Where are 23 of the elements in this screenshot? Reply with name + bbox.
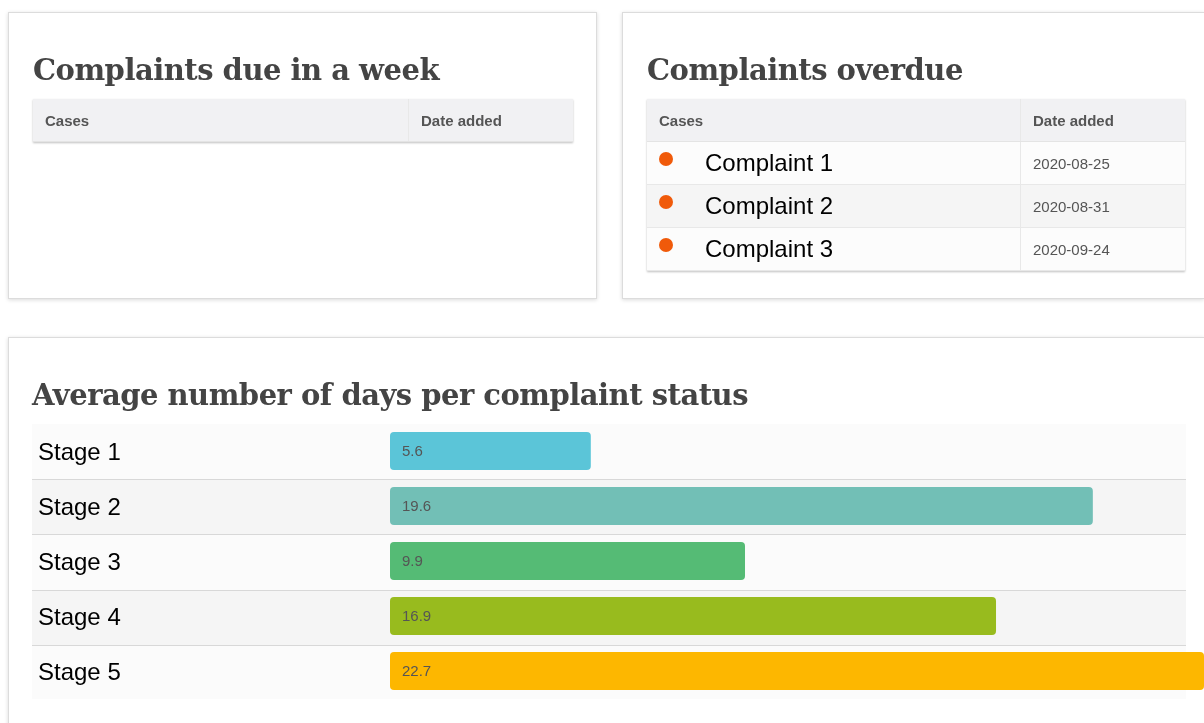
stage-label: Stage 5 (38, 658, 121, 685)
card-title: Complaints due in a week (33, 52, 441, 89)
bar-value: 5.6 (402, 442, 423, 459)
stage-label: Stage 3 (38, 548, 121, 575)
bar-value: 22.7 (402, 662, 432, 679)
bar-value: 19.6 (402, 497, 432, 514)
case-name: Complaint 2 (705, 192, 834, 220)
card-title: Average number of days per complaint status (32, 377, 750, 414)
date-cell: 2020-08-31 (1020, 184, 1185, 228)
date-cell: 2020-09-24 (1020, 227, 1185, 271)
column-header: Cases (647, 99, 1021, 142)
stage-label: Stage 1 (38, 438, 121, 465)
date-cell: 2020-08-25 (1020, 141, 1185, 185)
stage-label: Stage 2 (38, 493, 121, 520)
bar-value: 9.9 (402, 552, 423, 569)
case-name: Complaint 3 (705, 235, 834, 263)
case-name: Complaint 1 (705, 149, 834, 177)
stage-label: Stage 4 (38, 603, 121, 630)
column-header: Date added (1020, 99, 1185, 142)
column-header: Cases (33, 99, 409, 142)
bar-value: 16.9 (402, 607, 432, 624)
column-header: Date added (408, 99, 573, 142)
card-title: Complaints overdue (647, 52, 964, 89)
